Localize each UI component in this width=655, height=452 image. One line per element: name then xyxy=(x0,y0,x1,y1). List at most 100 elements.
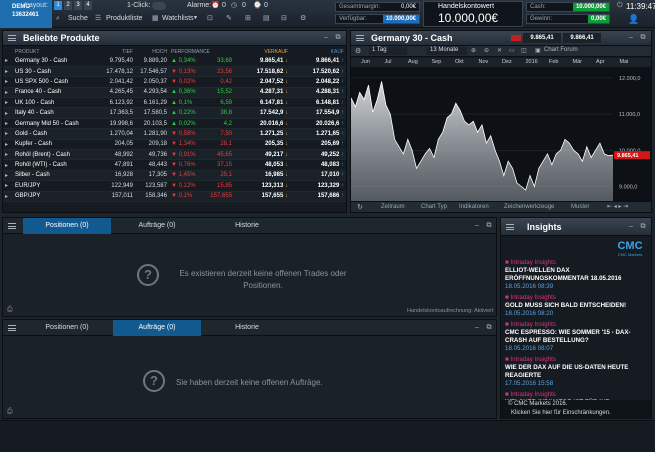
buy-price[interactable]: 17.520,62 ↑ xyxy=(290,66,346,78)
positions-minimize-icon[interactable]: – xyxy=(473,222,481,230)
footer-drawing-tools[interactable]: Zeichenwerkzeuge xyxy=(504,204,554,210)
insight-title[interactable]: ELLIOT-WELLEN DAX ERÖFFNUNGSKOMMENTAR 18… xyxy=(505,267,645,283)
watchlist-icon[interactable]: ▦ xyxy=(152,14,159,22)
sell-price[interactable]: 1.271,25 ↓ xyxy=(234,128,290,140)
insight-item[interactable]: ■ Intraday Insights ELLIOT-WELLEN DAX ERÖ… xyxy=(505,259,645,291)
orders-menu-icon[interactable] xyxy=(8,324,16,332)
buy-price[interactable]: 157,686 ↑ xyxy=(290,191,346,202)
chart-tool-icon-3[interactable]: ✕ xyxy=(497,47,502,54)
product-name[interactable]: Germany Mid 50 - Cash xyxy=(13,118,101,130)
chart-sell-price[interactable]: 9.865,41 xyxy=(523,33,561,43)
buy-price[interactable]: 6.148,81 ↑ xyxy=(290,97,346,109)
insights-minimize-icon[interactable]: – xyxy=(627,223,635,231)
header-low[interactable]: TIEF xyxy=(101,47,135,56)
buy-price[interactable]: 9.866,41 ↑ xyxy=(290,56,346,67)
row-expand-icon[interactable]: ▸ xyxy=(3,118,13,130)
table-row[interactable]: ▸ Rohöl (WTI) - Cash 47,891 48,443 ▼ 0,76% 37… xyxy=(3,159,346,171)
tab-orders[interactable]: Aufträge (0) xyxy=(113,218,201,234)
toolbar-icon-2[interactable]: ✎ xyxy=(226,14,232,22)
insights-menu-icon[interactable] xyxy=(506,224,514,230)
chart-popout-icon[interactable]: ⧉ xyxy=(639,34,647,42)
table-row[interactable]: ▸ US 30 - Cash 17.478,12 17.546,57 ▼ 0,13% 23… xyxy=(3,66,346,78)
chart-buy-price[interactable]: 9.866,41 xyxy=(563,33,601,43)
search-button[interactable]: Suche xyxy=(68,15,88,22)
sell-price[interactable]: 9.865,41 ↓ xyxy=(234,56,290,67)
sell-price[interactable]: 49,217 ↓ xyxy=(234,149,290,161)
row-expand-icon[interactable]: ▸ xyxy=(3,107,13,119)
buy-price[interactable]: 4.288,31 ↑ xyxy=(290,87,346,99)
table-row[interactable]: ▸ EUR/JPY 122,949 123,587 ▼ 0,12% 15,85 123,31… xyxy=(3,180,346,192)
product-name[interactable]: Italy 40 - Cash xyxy=(13,107,101,119)
table-row[interactable]: ▸ France 40 - Cash 4.265,45 4.293,54 ▲ 0,36%… xyxy=(3,87,346,99)
sell-price[interactable]: 6.147,81 ↓ xyxy=(234,97,290,109)
row-expand-icon[interactable]: ▸ xyxy=(3,97,13,109)
row-expand-icon[interactable]: ▸ xyxy=(3,128,13,140)
product-name[interactable]: France 40 - Cash xyxy=(13,87,101,99)
sell-price[interactable]: 205,35 ↓ xyxy=(234,139,290,151)
range-select[interactable]: 13 Monate xyxy=(427,47,467,55)
insight-title[interactable]: CMC ESPRESSO: WIE SOMMER '15 - DAX-CRASH… xyxy=(505,329,645,345)
tab-history-2[interactable]: Historie xyxy=(203,320,291,336)
products-menu-icon[interactable] xyxy=(8,35,16,41)
positions-popout-icon[interactable]: ⧉ xyxy=(485,222,493,230)
insights-popout-icon[interactable]: ⧉ xyxy=(639,223,647,231)
alert-icon[interactable]: ⌚ xyxy=(253,1,262,9)
product-name[interactable]: Rohöl (Brent) - Cash xyxy=(13,149,101,161)
product-name[interactable]: Rohöl (WTI) - Cash xyxy=(13,159,101,171)
toolbar-icon-3[interactable]: ⊞ xyxy=(245,14,251,22)
tab-positions-2[interactable]: Positionen (0) xyxy=(23,320,111,336)
sell-price[interactable]: 20.016,6 ↓ xyxy=(234,118,290,130)
chart-tool-icon-4[interactable]: ▭ xyxy=(509,47,515,54)
orders-export-icon[interactable]: ⎙ xyxy=(7,408,13,416)
row-expand-icon[interactable]: ▸ xyxy=(3,180,13,192)
buy-price[interactable]: 20.026,6 ↑ xyxy=(290,118,346,130)
table-row[interactable]: ▸ Germany Mid 50 - Cash 19.998,6 20.103,5 ▲ … xyxy=(3,118,346,130)
header-sell[interactable]: VERKAUF xyxy=(234,47,290,56)
header-buy[interactable]: KAUF xyxy=(290,47,346,56)
row-expand-icon[interactable]: ▸ xyxy=(3,76,13,88)
buy-price[interactable]: 17,010 ↑ xyxy=(290,170,346,182)
positions-export-icon[interactable]: ⎙ xyxy=(7,306,13,314)
product-name[interactable]: GBP/JPY xyxy=(13,191,101,202)
orders-popout-icon[interactable]: ⧉ xyxy=(485,324,493,332)
chart-minimize-icon[interactable]: – xyxy=(627,34,635,42)
tab-positions[interactable]: Positionen (0) xyxy=(23,218,111,234)
toolbar-icon-4[interactable]: ▤ xyxy=(263,14,270,22)
productlist-button[interactable]: Produktliste xyxy=(106,15,143,22)
user-icon[interactable]: 👤 xyxy=(628,14,639,25)
insight-title[interactable]: GOLD MUSS SICH BALD ENTSCHEIDEN! xyxy=(505,302,645,310)
header-high[interactable]: HOCH xyxy=(135,47,169,56)
product-name[interactable]: US 30 - Cash xyxy=(13,66,101,78)
popout-icon[interactable]: ⧉ xyxy=(334,34,342,42)
watchlists-dropdown-icon[interactable]: ▼ xyxy=(193,15,198,21)
sell-price[interactable]: 17.542,9 ↓ xyxy=(234,107,290,119)
table-row[interactable]: ▸ Gold - Cash 1.270,04 1.281,90 ▼ 0,58% 7,50 1… xyxy=(3,128,346,140)
buy-price[interactable]: 123,329 ↑ xyxy=(290,180,346,192)
chart-settings-icon[interactable]: ⚙ xyxy=(355,47,361,55)
insight-item[interactable]: ■ Intraday Insights CMC ESPRESSO: WIE SOM… xyxy=(505,321,645,353)
table-row[interactable]: ▸ Italy 40 - Cash 17.363,5 17.580,5 ▲ 0,22% 3… xyxy=(3,107,346,119)
alarm-clock-icon[interactable]: ⏰ xyxy=(211,1,220,9)
insight-item[interactable]: ■ Intraday Insights WIE DER DAX AUF DIE U… xyxy=(505,356,645,388)
insight-item[interactable]: ■ Intraday Insights GOLD MUSS SICH BALD E… xyxy=(505,294,645,318)
chart-tool-icon-1[interactable]: ⊕ xyxy=(471,47,476,54)
chart-forum-link[interactable]: Chart Forum xyxy=(544,47,578,53)
interval-select[interactable]: 1 Tag xyxy=(369,47,407,55)
sell-price[interactable]: 157,655 ↓ xyxy=(234,191,290,202)
layout-4-button[interactable]: 4 xyxy=(84,1,92,10)
sell-price[interactable]: 4.287,31 ↓ xyxy=(234,87,290,99)
sell-price[interactable]: 17.518,62 ↓ xyxy=(234,66,290,78)
toolbar-icon-6[interactable]: ⚙ xyxy=(300,14,306,22)
header-performance[interactable]: PERFORMANCE xyxy=(169,47,234,56)
tab-history[interactable]: Historie xyxy=(203,218,291,234)
buy-price[interactable]: 205,69 ↑ xyxy=(290,139,346,151)
search-icon[interactable]: ⌕ xyxy=(56,15,60,23)
oneclick-toggle[interactable] xyxy=(152,2,166,10)
row-expand-icon[interactable]: ▸ xyxy=(3,159,13,171)
chart-menu-icon[interactable] xyxy=(356,35,364,41)
product-name[interactable]: Gold - Cash xyxy=(13,128,101,140)
product-name[interactable]: EUR/JPY xyxy=(13,180,101,192)
row-expand-icon[interactable]: ▸ xyxy=(3,87,13,99)
product-name[interactable]: Kupfer - Cash xyxy=(13,139,101,151)
watchlists-button[interactable]: Watchlists xyxy=(162,15,194,22)
